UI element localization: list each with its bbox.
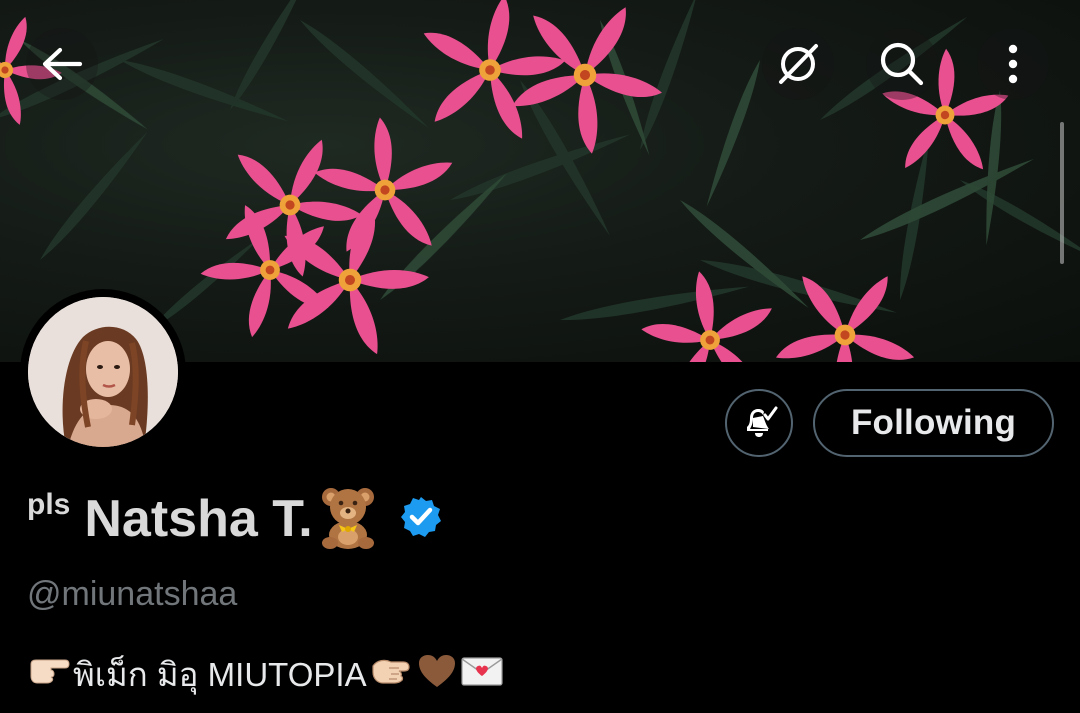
more-options-button[interactable] bbox=[977, 28, 1049, 100]
verified-badge-icon[interactable] bbox=[399, 495, 443, 544]
bio-text: พิเม็ก มิอุ MIUTOPIA bbox=[73, 656, 367, 693]
display-name-row: pls Natsha T. bbox=[27, 484, 443, 554]
pointing-right-icon bbox=[27, 654, 71, 696]
scrollbar[interactable] bbox=[1060, 122, 1064, 264]
search-button[interactable] bbox=[866, 28, 938, 100]
arrow-left-icon bbox=[42, 47, 83, 81]
following-button-label: Following bbox=[850, 403, 1017, 442]
handshake-hand-icon bbox=[369, 654, 413, 696]
avatar-photo bbox=[28, 297, 178, 447]
search-icon bbox=[880, 42, 924, 86]
avatar[interactable] bbox=[20, 289, 186, 455]
grok-button[interactable] bbox=[762, 28, 834, 100]
user-handle: @miunatshaa bbox=[27, 575, 238, 613]
following-button[interactable]: Following bbox=[813, 389, 1054, 457]
bio: พิเม็ก มิอุ MIUTOPIA bbox=[27, 648, 503, 701]
grok-icon bbox=[779, 44, 818, 84]
profile-page: Following pls Natsha T. @miunatshaa พิเม… bbox=[0, 0, 1080, 713]
love-letter-icon bbox=[460, 655, 503, 695]
notifications-button[interactable] bbox=[725, 389, 793, 457]
more-vertical-icon bbox=[1008, 44, 1018, 84]
teddy-bear-icon bbox=[319, 485, 377, 554]
back-button[interactable] bbox=[26, 28, 98, 100]
display-name: Natsha T. bbox=[84, 490, 313, 548]
brown-heart-icon bbox=[417, 653, 457, 697]
bell-check-icon bbox=[747, 406, 778, 437]
name-prefix: pls bbox=[27, 488, 71, 521]
